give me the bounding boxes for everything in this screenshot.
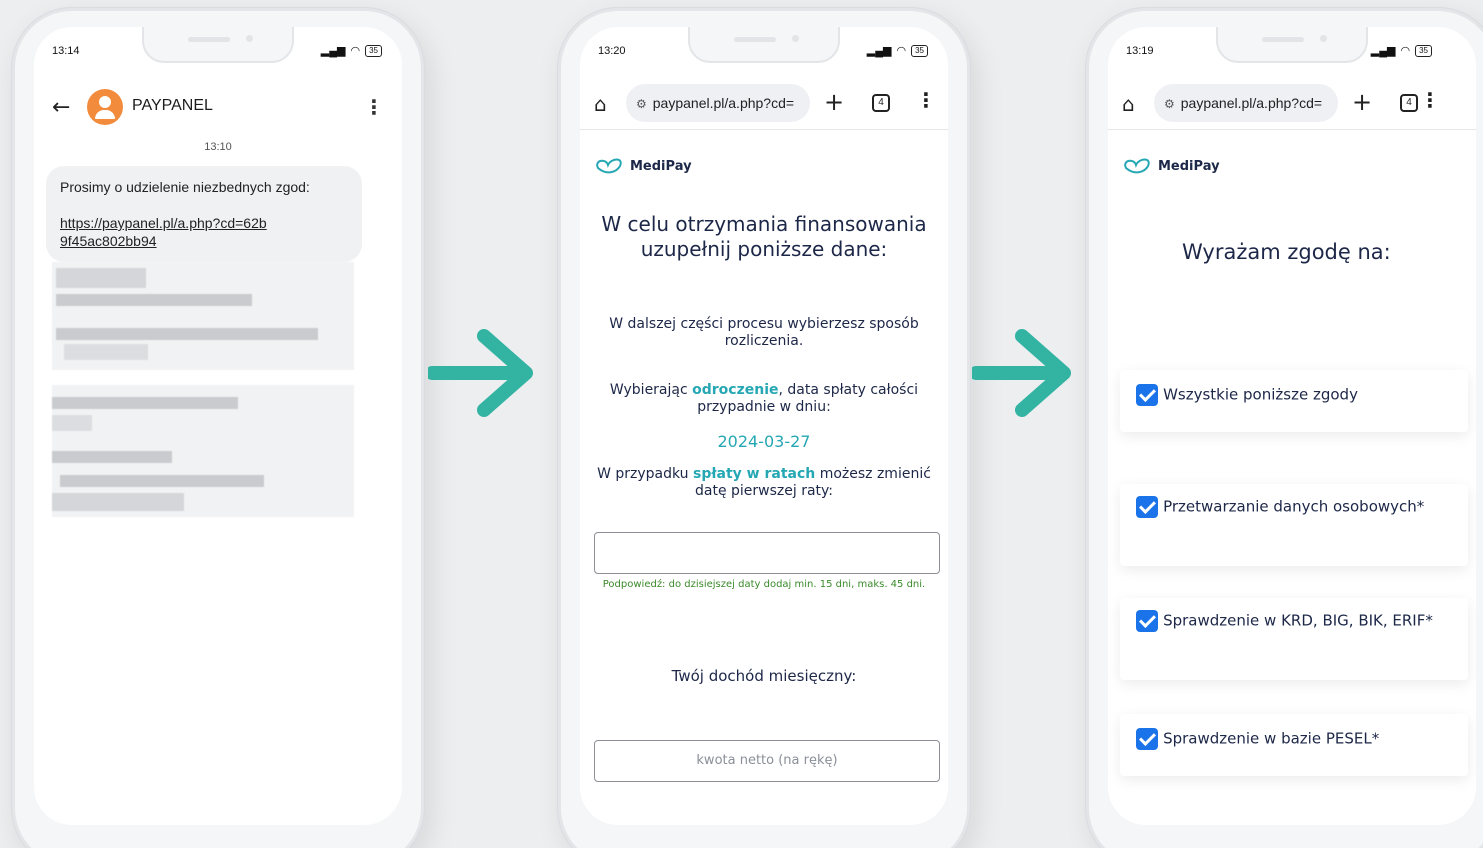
installment-text: W przypadku: [597, 466, 693, 482]
site-settings-icon[interactable]: ⚙: [1164, 97, 1175, 111]
web-content: MediPay Wyrażam zgodę na: Wszystkie poni…: [1108, 129, 1476, 825]
back-arrow-icon[interactable]: ←: [52, 95, 70, 120]
deferral-info: Wybierając odroczenie, data spłaty całoś…: [588, 382, 940, 416]
consent-card-credit-bureaus[interactable]: Sprawdzenie w KRD, BIG, BIK, ERIF*: [1120, 598, 1468, 680]
installment-info: W przypadku spłaty w ratach możesz zmien…: [588, 466, 940, 500]
income-input[interactable]: kwota netto (na rękę): [594, 740, 940, 782]
home-icon[interactable]: ⌂: [1122, 92, 1135, 116]
signal-icon: ▂▄▆: [866, 45, 892, 57]
deferral-highlight: odroczenie: [692, 382, 779, 398]
consent-card-all[interactable]: Wszystkie poniższe zgody: [1120, 370, 1468, 432]
process-info: W dalszej części procesu wybierzesz spos…: [609, 316, 919, 349]
blurred-message: [52, 385, 354, 517]
blurred-message: [52, 262, 354, 370]
message-text: Prosimy o udzielenie niezbednych zgod:: [60, 179, 310, 195]
web-content: MediPay W celu otrzymania finansowania u…: [580, 129, 948, 825]
new-tab-icon[interactable]: +: [1352, 88, 1372, 116]
url-text: paypanel.pl/a.php?cd=: [652, 95, 795, 111]
sms-screen: 13:14 ▂▄▆ ◠ 35 ← PAYPANEL ⋮ 13:10 Prosim…: [34, 27, 402, 825]
address-bar[interactable]: ⚙ paypanel.pl/a.php?cd=: [626, 84, 810, 122]
form-heading: W celu otrzymania finansowania uzupełnij…: [601, 212, 927, 261]
phone-form: 13:20 ▂▄▆ ◠ 35 ⌂ ⚙ paypanel.pl/a.php?cd= …: [558, 8, 970, 848]
medipay-logo: MediPay: [1122, 156, 1220, 176]
status-time: 13:20: [598, 45, 626, 57]
consent-label: Sprawdzenie w KRD, BIG, BIK, ERIF*: [1163, 611, 1433, 630]
right-arrow-icon: [428, 329, 533, 417]
battery-icon: 35: [911, 44, 928, 57]
status-icons: ▂▄▆ ◠ 35: [1371, 44, 1432, 57]
home-icon[interactable]: ⌂: [594, 92, 607, 116]
medipay-logo: MediPay: [594, 156, 692, 176]
wifi-icon: ◠: [1400, 45, 1411, 57]
checkbox-checked[interactable]: [1136, 610, 1158, 632]
phone-notch: [688, 27, 840, 63]
installment-highlight: spłaty w ratach: [692, 466, 816, 482]
consent-label: Wszystkie poniższe zgody: [1163, 385, 1358, 404]
status-time: 13:14: [52, 45, 80, 57]
url-text: paypanel.pl/a.php?cd=: [1180, 95, 1323, 111]
wifi-icon: ◠: [896, 45, 907, 57]
income-label: Twój dochód miesięczny:: [671, 667, 857, 685]
status-icons: ▂▄▆ ◠ 35: [867, 44, 928, 57]
tab-switcher-button[interactable]: 4: [1400, 94, 1418, 112]
signal-icon: ▂▄▆: [1370, 45, 1396, 57]
site-settings-icon[interactable]: ⚙: [636, 97, 647, 111]
logo-text: MediPay: [1158, 158, 1220, 174]
tab-switcher-button[interactable]: 4: [872, 94, 890, 112]
phone-notch: [142, 27, 294, 63]
logo-text: MediPay: [630, 158, 692, 174]
new-tab-icon[interactable]: +: [824, 88, 844, 116]
consent-label: Sprawdzenie w bazie PESEL*: [1163, 729, 1380, 748]
form-screen: 13:20 ▂▄▆ ◠ 35 ⌂ ⚙ paypanel.pl/a.php?cd= …: [580, 27, 948, 825]
avatar[interactable]: [87, 89, 123, 125]
right-arrow-icon: [972, 329, 1071, 417]
checkbox-checked[interactable]: [1136, 496, 1158, 518]
message-bubble: Prosimy o udzielenie niezbednych zgod: h…: [46, 166, 362, 262]
consent-card-pesel[interactable]: Sprawdzenie w bazie PESEL*: [1120, 714, 1468, 776]
medipay-logo-icon: [1124, 158, 1150, 174]
sender-name: PAYPANEL: [132, 97, 213, 114]
medipay-logo-icon: [596, 158, 622, 174]
wifi-icon: ◠: [350, 45, 361, 57]
first-installment-date-input[interactable]: [594, 532, 940, 574]
browser-toolbar: ⌂ ⚙ paypanel.pl/a.php?cd= + 4 ⋮: [1108, 82, 1476, 128]
consent-card-personal-data[interactable]: Przetwarzanie danych osobowych*: [1120, 484, 1468, 566]
phone-notch: [1216, 27, 1368, 63]
consent-label: Przetwarzanie danych osobowych*: [1163, 497, 1425, 516]
browser-menu-icon[interactable]: ⋮: [916, 88, 936, 112]
consent-heading: Wyrażam zgodę na:: [1182, 240, 1391, 264]
message-timestamp: 13:10: [204, 141, 232, 153]
repayment-date: 2024-03-27: [717, 432, 811, 451]
date-hint: Podpowiedź: do dzisiejszej daty dodaj mi…: [602, 579, 926, 590]
phone-sms: 13:14 ▂▄▆ ◠ 35 ← PAYPANEL ⋮ 13:10 Prosim…: [12, 8, 424, 848]
browser-toolbar: ⌂ ⚙ paypanel.pl/a.php?cd= + 4 ⋮: [580, 82, 948, 128]
checkbox-checked[interactable]: [1136, 384, 1158, 406]
message-link[interactable]: https://paypanel.pl/a.php?cd=62b9f45ac80…: [60, 214, 270, 250]
status-time: 13:19: [1126, 45, 1154, 57]
signal-icon: ▂▄▆: [320, 45, 346, 57]
consent-screen: 13:19 ▂▄▆ ◠ 35 ⌂ ⚙ paypanel.pl/a.php?cd= …: [1108, 27, 1476, 825]
status-icons: ▂▄▆ ◠ 35: [321, 44, 382, 57]
browser-menu-icon[interactable]: ⋮: [1420, 88, 1440, 112]
battery-icon: 35: [1415, 44, 1432, 57]
deferral-text: Wybierając: [609, 382, 693, 398]
conversation-header: ← PAYPANEL ⋮: [34, 89, 402, 129]
more-options-icon[interactable]: ⋮: [364, 95, 384, 119]
checkbox-checked[interactable]: [1136, 728, 1158, 750]
battery-icon: 35: [365, 44, 382, 57]
phone-consent: 13:19 ▂▄▆ ◠ 35 ⌂ ⚙ paypanel.pl/a.php?cd= …: [1086, 8, 1483, 848]
address-bar[interactable]: ⚙ paypanel.pl/a.php?cd=: [1154, 84, 1338, 122]
